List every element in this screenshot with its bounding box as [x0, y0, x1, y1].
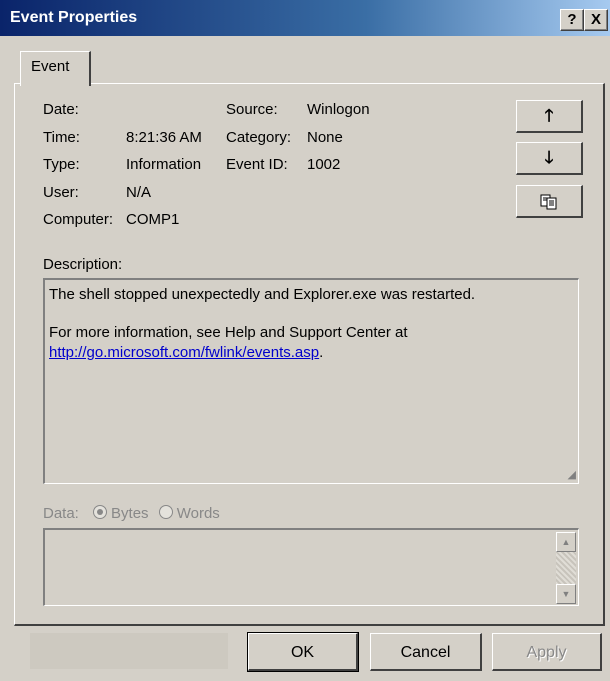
description-label: Description:: [43, 256, 123, 273]
type-value: Information: [126, 156, 202, 173]
help-button[interactable]: ?: [560, 9, 584, 31]
cancel-button[interactable]: Cancel: [370, 633, 482, 671]
source-label: Source:: [226, 101, 278, 118]
apply-button[interactable]: Apply: [492, 633, 602, 671]
help-link[interactable]: http://go.microsoft.com/fwlink/events.as…: [49, 344, 319, 361]
ok-button[interactable]: OK: [247, 632, 359, 672]
user-label: User:: [43, 184, 79, 201]
time-value: 8:21:36 AM: [126, 129, 202, 146]
data-label: Data:: [43, 505, 79, 522]
title-bar[interactable]: Event Properties ? X: [0, 0, 610, 36]
data-options-row: Data: Bytes Words: [43, 505, 220, 522]
scroll-down-button[interactable]: ▼: [556, 584, 576, 604]
time-label: Time:: [43, 129, 80, 146]
copy-icon: [540, 194, 557, 210]
description-line-2: For more information, see Help and Suppo…: [49, 324, 408, 341]
description-line-1: The shell stopped unexpectedly and Explo…: [49, 286, 476, 303]
previous-event-button[interactable]: 🡑: [516, 100, 583, 133]
scroll-up-button[interactable]: ▲: [556, 532, 576, 552]
event-id-label: Event ID:: [226, 156, 288, 173]
user-value: N/A: [126, 184, 152, 201]
scrollbar-track[interactable]: [556, 552, 576, 584]
category-value: None: [307, 129, 343, 146]
words-radio[interactable]: Words: [158, 505, 220, 522]
type-label: Type:: [43, 156, 80, 173]
link-suffix: .: [319, 344, 324, 361]
copy-button[interactable]: [516, 185, 583, 218]
next-event-button[interactable]: 🡓: [516, 142, 583, 175]
category-label: Category:: [226, 129, 292, 146]
tab-event[interactable]: Event: [20, 51, 91, 86]
bytes-label: Bytes: [111, 505, 149, 522]
date-label: Date:: [43, 101, 79, 118]
source-value: Winlogon: [307, 101, 370, 118]
tab-event-label: Event: [31, 58, 70, 75]
close-button[interactable]: X: [584, 9, 608, 31]
computer-value: COMP1: [126, 211, 180, 228]
window-title: Event Properties: [10, 9, 138, 26]
arrow-down-icon: 🡓: [544, 148, 554, 167]
scroll-down-icon: ▼: [561, 589, 571, 599]
radio-checked-icon: [93, 505, 108, 519]
resize-grip-icon: ◢: [567, 469, 576, 481]
radio-unchecked-icon: [158, 505, 173, 519]
description-box[interactable]: The shell stopped unexpectedly and Explo…: [43, 278, 579, 484]
event-id-value: 1002: [307, 156, 341, 173]
data-box[interactable]: ▲ ▼: [43, 528, 579, 606]
words-label: Words: [176, 505, 220, 522]
computer-label: Computer:: [43, 211, 114, 228]
arrow-up-icon: 🡑: [544, 106, 554, 125]
bytes-radio[interactable]: Bytes: [93, 505, 149, 522]
scroll-up-icon: ▲: [561, 537, 571, 547]
status-strip: [30, 633, 228, 669]
